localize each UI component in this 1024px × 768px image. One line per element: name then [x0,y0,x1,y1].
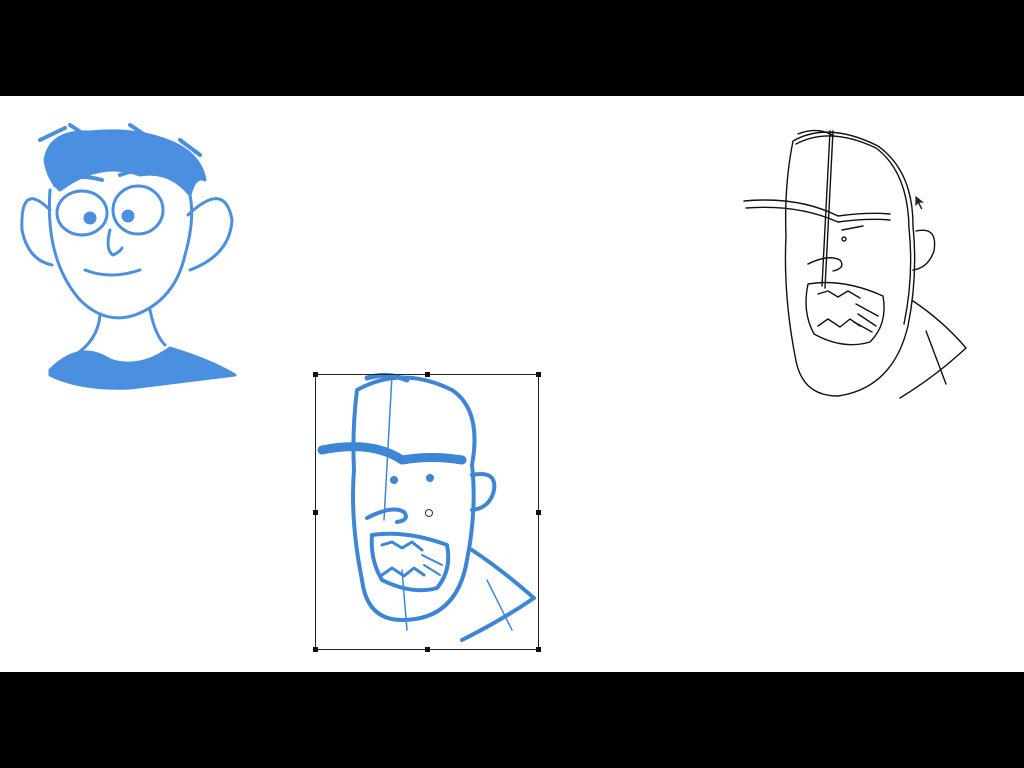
letterbox-bottom-bar [0,672,1024,768]
handle-bottom-left[interactable] [313,647,318,652]
handle-top-left[interactable] [313,372,318,377]
letterbox-top-bar [0,0,1024,96]
transform-selection-box[interactable] [313,372,541,652]
handle-bottom-right[interactable] [536,647,541,652]
arrow-cursor-icon [914,194,927,211]
outline-sketch-brute-head[interactable] [738,126,973,408]
drawing-canvas[interactable] [0,96,1024,672]
handle-top-right[interactable] [536,372,541,377]
rotation-pivot-point[interactable] [425,509,433,517]
handle-bottom-middle[interactable] [425,647,430,652]
handle-middle-left[interactable] [313,510,318,515]
handle-middle-right[interactable] [536,510,541,515]
blue-sketch-boy-head[interactable] [10,120,245,395]
handle-top-middle[interactable] [425,372,430,377]
